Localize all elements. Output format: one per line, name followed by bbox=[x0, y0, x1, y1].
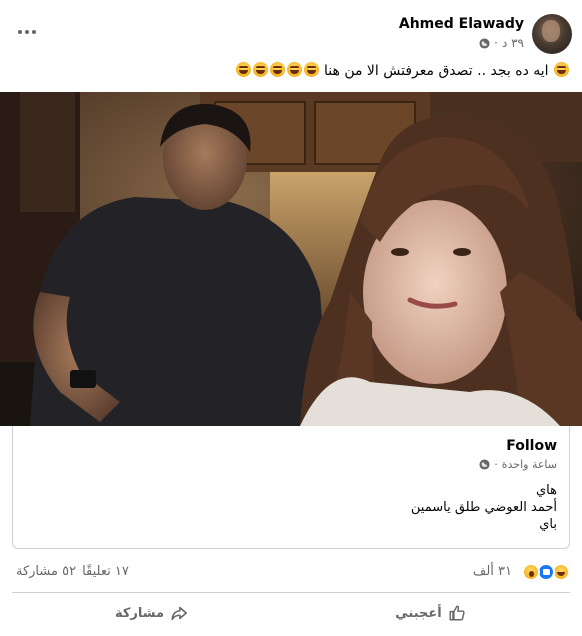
post-actions: مشاركة أعجبني bbox=[12, 596, 570, 630]
like-button[interactable]: أعجبني bbox=[291, 596, 570, 630]
thumbs-up-icon bbox=[449, 605, 465, 621]
more-options-button[interactable] bbox=[18, 24, 46, 40]
shared-post-card[interactable]: Follow ساعة واحدة · هاي أحمد العوضي طلق … bbox=[12, 426, 570, 549]
share-label: مشاركة bbox=[114, 605, 165, 621]
shared-line: أحمد العوضي طلق ياسمين bbox=[410, 500, 557, 515]
laughing-emoji-icon bbox=[554, 62, 569, 77]
globe-icon bbox=[479, 37, 490, 49]
reactions-count[interactable]: ٣١ ألف bbox=[473, 564, 512, 579]
like-label: أعجبني bbox=[395, 605, 442, 621]
reaction-icons[interactable] bbox=[522, 563, 570, 581]
more-dots-icon bbox=[18, 30, 22, 34]
post-text: ايه ده بجد .. تصدق معرفتش الا من هنا bbox=[235, 62, 570, 79]
share-button[interactable]: مشاركة bbox=[12, 596, 291, 630]
shared-post-time[interactable]: ساعة واحدة bbox=[502, 458, 557, 471]
follow-button[interactable]: Follow bbox=[506, 438, 557, 454]
shared-line: باي bbox=[539, 517, 557, 532]
shared-post-meta: ساعة واحدة · bbox=[479, 458, 557, 471]
divider bbox=[12, 592, 570, 593]
post-meta: ٣٩ د · bbox=[479, 36, 524, 50]
post-time[interactable]: ٣٩ د bbox=[502, 36, 524, 50]
comments-count[interactable]: ١٧ تعليقًا bbox=[82, 564, 129, 579]
wow-reaction-icon bbox=[522, 563, 540, 581]
shares-count[interactable]: ٥٢ مشاركة bbox=[16, 564, 76, 579]
laughing-emoji-icon bbox=[235, 62, 251, 77]
author-avatar[interactable] bbox=[532, 14, 572, 54]
shared-post-text: هاي أحمد العوضي طلق ياسمين باي bbox=[411, 482, 557, 533]
selfie-photo bbox=[0, 92, 582, 426]
reactions-summary: ٣١ ألف ١٧ تعليقًا ٥٢ مشاركة bbox=[0, 558, 582, 588]
post-photo[interactable] bbox=[0, 92, 582, 426]
post-message: ايه ده بجد .. تصدق معرفتش الا من هنا bbox=[324, 63, 549, 79]
laughing-emoji-icon bbox=[303, 62, 319, 77]
share-arrow-icon bbox=[171, 606, 188, 621]
globe-icon bbox=[479, 459, 490, 470]
laughing-emoji-icon bbox=[269, 62, 285, 77]
shared-line: هاي bbox=[536, 483, 557, 498]
laughing-emoji-icon bbox=[286, 62, 302, 77]
author-name[interactable]: Ahmed Elawady bbox=[399, 16, 524, 32]
laughing-emoji-icon bbox=[252, 62, 268, 77]
engagement-counts: ١٧ تعليقًا ٥٢ مشاركة bbox=[16, 564, 129, 579]
post-header: Ahmed Elawady ٣٩ د · bbox=[0, 0, 582, 60]
